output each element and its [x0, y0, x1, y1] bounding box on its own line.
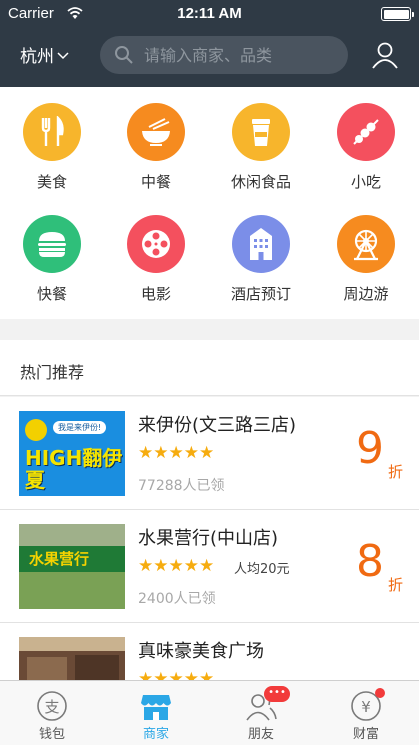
category-label: 中餐 [140, 173, 171, 191]
category-hotel[interactable]: 酒店预订 [209, 215, 313, 304]
film-reel-icon [127, 215, 185, 273]
city-label: 杭州 [20, 47, 54, 67]
category-movie[interactable]: 电影 [104, 215, 208, 304]
discount-value: 9 [356, 423, 384, 474]
list-item[interactable]: 真味豪美食广场 ★★★★★ [0, 623, 419, 680]
friends-icon: ••• [244, 686, 290, 723]
merchant-name: 来伊份(文三路三店) [138, 415, 297, 436]
search-bar[interactable] [100, 36, 348, 74]
category-label: 美食 [36, 173, 67, 191]
average-price: 人均20元 [234, 562, 290, 577]
claimed-count: 77288人已领 [138, 478, 225, 494]
category-label: 休闲食品 [230, 173, 291, 191]
discount-unit: 折 [388, 576, 404, 594]
category-food[interactable]: 美食 [0, 103, 104, 192]
rice-bowl-icon [127, 103, 185, 161]
tab-label: 财富 [352, 727, 379, 742]
category-label: 快餐 [36, 285, 67, 303]
hotel-building-icon [232, 215, 290, 273]
store-icon [139, 689, 173, 723]
merchant-name: 真味豪美食广场 [138, 641, 264, 662]
ferris-wheel-icon [337, 215, 395, 273]
thumbnail-text: 水果营行 [29, 550, 90, 568]
category-label: 酒店预订 [230, 285, 291, 303]
discount-unit: 折 [388, 463, 404, 481]
tab-wealth[interactable]: ¥ 财富 [314, 681, 418, 745]
notification-dot [375, 688, 385, 698]
wealth-icon: ¥ [349, 688, 385, 723]
tab-label: 朋友 [247, 727, 274, 742]
recommend-list: 我是来伊份! HIGH翻伊夏 来伊份(文三路三店) ★★★★★ 77288人已领… [0, 397, 419, 680]
merchant-thumbnail: 水果营行 [19, 524, 125, 609]
status-bar: Carrier 12:11 AM [0, 0, 419, 28]
rating-stars: ★★★★★ [138, 443, 215, 463]
recommend-header: 热门推荐 [0, 340, 419, 396]
category-label: 电影 [140, 285, 171, 303]
search-icon [115, 46, 133, 64]
skewer-icon [337, 103, 395, 161]
category-snack-food[interactable]: 休闲食品 [209, 103, 313, 192]
category-nearby-travel[interactable]: 周边游 [314, 215, 418, 304]
chevron-down-icon [57, 51, 69, 59]
drink-cup-icon [232, 103, 290, 161]
list-item[interactable]: 水果营行 水果营行(中山店) ★★★★★ 人均20元 2400人已领 8 折 [0, 510, 419, 623]
rating-stars: ★★★★★ [138, 669, 215, 680]
burger-icon [23, 215, 81, 273]
category-street-snacks[interactable]: 小吃 [314, 103, 418, 192]
tab-label: 商家 [142, 727, 169, 742]
rating-stars: ★★★★★ [138, 556, 215, 576]
category-fast-food[interactable]: 快餐 [0, 215, 104, 304]
tab-merchants[interactable]: 商家 [104, 681, 208, 745]
search-input[interactable] [144, 45, 334, 65]
merchant-thumbnail: 我是来伊份! HIGH翻伊夏 [19, 411, 125, 496]
notification-badge: ••• [264, 686, 290, 702]
claimed-count: 2400人已领 [138, 591, 216, 607]
category-label: 周边游 [343, 285, 389, 303]
list-item[interactable]: 我是来伊份! HIGH翻伊夏 来伊份(文三路三店) ★★★★★ 77288人已领… [0, 397, 419, 510]
svg-text:支: 支 [44, 698, 59, 716]
merchant-thumbnail [19, 637, 125, 680]
merchant-name: 水果营行(中山店) [138, 528, 279, 549]
user-profile-icon[interactable] [370, 40, 400, 70]
city-selector[interactable]: 杭州 [20, 42, 69, 67]
category-grid: 美食 中餐 休闲食品 小吃 快餐 电影 酒店预订 周边游 [0, 87, 419, 319]
bottom-tab-bar: 支 钱包 商家 ••• 朋友 ¥ 财富 [0, 680, 419, 745]
wallet-icon: 支 [35, 689, 69, 723]
thumbnail-text: HIGH翻伊夏 [25, 446, 123, 492]
tab-label: 钱包 [38, 727, 65, 742]
section-title: 热门推荐 [20, 363, 85, 382]
category-label: 小吃 [350, 173, 381, 191]
category-chinese[interactable]: 中餐 [104, 103, 208, 192]
battery-icon [381, 7, 414, 21]
top-header: Carrier 12:11 AM 杭州 [0, 0, 419, 87]
tab-wallet[interactable]: 支 钱包 [0, 681, 104, 745]
fork-knife-icon [23, 103, 81, 161]
tab-friends[interactable]: ••• 朋友 [209, 681, 313, 745]
discount-value: 8 [356, 536, 384, 587]
status-time: 12:11 AM [177, 5, 242, 22]
svg-text:¥: ¥ [361, 698, 371, 716]
